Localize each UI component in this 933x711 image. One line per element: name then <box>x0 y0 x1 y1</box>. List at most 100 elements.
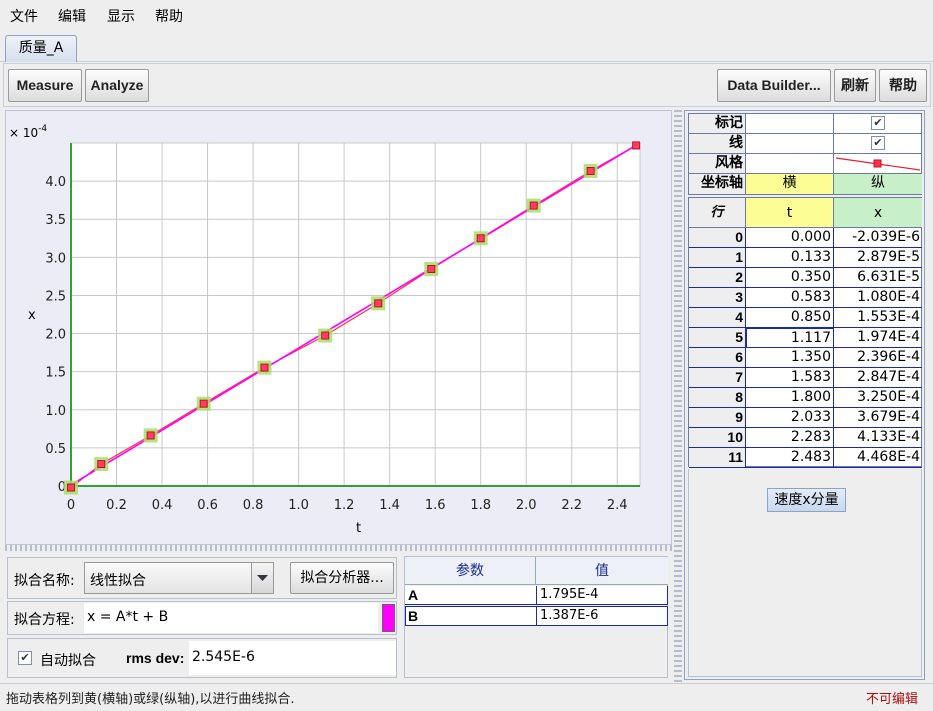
x-tick-label: 1.0 <box>288 498 309 513</box>
table-row[interactable]: 3 0.583 1.080E-4 <box>689 288 922 308</box>
x-cell[interactable]: 2.847E-4 <box>834 368 922 388</box>
x-tick-label: 1.2 <box>334 498 355 513</box>
t-cell[interactable]: 1.350 <box>746 348 834 368</box>
analyze-button[interactable]: Analyze <box>85 69 149 102</box>
table-row[interactable]: 6 1.350 2.396E-4 <box>689 348 922 368</box>
x-cell[interactable]: 2.396E-4 <box>834 348 922 368</box>
row-index-cell: 3 <box>689 288 746 308</box>
dropdown-arrow-button[interactable] <box>251 563 273 593</box>
axis-h-cell[interactable]: 横 <box>746 174 834 194</box>
x-cell[interactable]: 1.080E-4 <box>834 288 922 308</box>
t-cell[interactable]: 1.800 <box>746 388 834 408</box>
t-cell[interactable]: 0.583 <box>746 288 834 308</box>
y-tick-label: 3.5 <box>45 213 66 228</box>
row-index-cell: 4 <box>689 308 746 328</box>
t-cell[interactable]: 0.133 <box>746 248 834 268</box>
marker-label: 标记 <box>689 114 746 134</box>
line-cell-x[interactable]: ✔ <box>834 134 922 154</box>
rms-field: 2.545E-6 <box>189 641 396 675</box>
menu-edit[interactable]: 编辑 <box>58 6 86 26</box>
row-index-cell: 8 <box>689 388 746 408</box>
table-row[interactable]: 11 2.483 4.468E-4 <box>689 448 922 468</box>
data-point <box>260 363 269 372</box>
fit-name-select[interactable]: 线性拟合 <box>84 562 274 594</box>
data-table-panel: 标记 ✔ 线 ✔ 风格 坐标轴 横 纵 行 t x 0 0.000 -2.039E-… <box>684 110 925 680</box>
data-point <box>476 234 485 243</box>
x-cell[interactable]: 1.553E-4 <box>834 308 922 328</box>
x-cell[interactable]: 4.468E-4 <box>834 448 922 468</box>
row-index-cell: 9 <box>689 408 746 428</box>
data-point <box>374 299 383 308</box>
x-cell[interactable]: 6.631E-5 <box>834 268 922 288</box>
row-index-cell: 5 <box>689 328 746 348</box>
fit-equation-row: 拟合方程: x = A*t + B <box>7 601 397 635</box>
column-header-t[interactable]: t <box>746 198 834 228</box>
x-tick-label: 0.8 <box>243 498 264 513</box>
column-properties-grid: 标记 ✔ 线 ✔ 风格 坐标轴 横 纵 <box>688 113 922 195</box>
t-cell[interactable]: 0.850 <box>746 308 834 328</box>
rms-value: 2.545E-6 <box>192 649 255 665</box>
vertical-splitter[interactable] <box>674 110 682 682</box>
t-cell[interactable]: 2.033 <box>746 408 834 428</box>
t-cell[interactable]: 1.583 <box>746 368 834 388</box>
table-row[interactable]: 1 0.133 2.879E-5 <box>689 248 922 268</box>
table-row[interactable]: 5 1.117 1.974E-4 <box>689 328 922 348</box>
t-cell[interactable]: 1.117 <box>746 328 834 348</box>
table-row[interactable]: 9 2.033 3.679E-4 <box>689 408 922 428</box>
menu-file[interactable]: 文件 <box>10 6 38 26</box>
fit-equation-value: x = A*t + B <box>87 609 169 625</box>
tab-mass-a[interactable]: 质量_A <box>5 35 77 62</box>
data-builder-button[interactable]: Data Builder... <box>717 69 831 102</box>
line-checkbox[interactable]: ✔ <box>871 136 885 150</box>
chart-panel[interactable]: 0 0.2 0.4 0.6 0.8 1.0 1.2 1.4 1.6 1.8 2.0 2.2 2.4 0 0.… <box>5 110 672 545</box>
help-button[interactable]: 帮助 <box>879 69 927 102</box>
measure-button[interactable]: Measure <box>8 69 82 102</box>
marker-checkbox[interactable]: ✔ <box>871 116 885 130</box>
style-cell-t <box>746 154 834 174</box>
chart[interactable]: 0 0.2 0.4 0.6 0.8 1.0 1.2 1.4 1.6 1.8 2.0 2.2 2.400.… <box>6 111 673 546</box>
x-cell[interactable]: 4.133E-4 <box>834 428 922 448</box>
style-cell-x[interactable] <box>834 154 922 174</box>
table-row[interactable]: 8 1.800 3.250E-4 <box>689 388 922 408</box>
row-index-cell: 10 <box>689 428 746 448</box>
menu-view[interactable]: 显示 <box>107 6 135 26</box>
marker-cell-x[interactable]: ✔ <box>834 114 922 134</box>
fit-analyzer-button[interactable]: 拟合分析器... <box>290 562 394 594</box>
x-axis-label: t <box>356 521 361 536</box>
table-row[interactable]: 4 0.850 1.553E-4 <box>689 308 922 328</box>
t-cell[interactable]: 2.483 <box>746 448 834 468</box>
x-cell[interactable]: 3.679E-4 <box>834 408 922 428</box>
table-row[interactable]: 10 2.283 4.133E-4 <box>689 428 922 448</box>
chevron-down-icon <box>257 575 268 581</box>
x-tick-label: 2.2 <box>561 498 582 513</box>
param-name: B <box>408 608 419 624</box>
fit-equation-field[interactable]: x = A*t + B <box>84 603 378 633</box>
menu-help[interactable]: 帮助 <box>155 6 183 26</box>
t-cell[interactable]: 0.000 <box>746 228 834 248</box>
param-value[interactable]: 1.387E-6 <box>536 607 668 625</box>
table-row[interactable]: 0 0.000 -2.039E-6 <box>689 228 922 248</box>
table-row[interactable]: B 1.387E-6 <box>405 606 668 626</box>
fit-panel: 拟合名称: 线性拟合 拟合分析器... 拟合方程: x = A*t + B ✔ … <box>5 553 397 679</box>
refresh-button[interactable]: 刷新 <box>834 69 876 102</box>
axis-v-cell[interactable]: 纵 <box>834 174 922 194</box>
param-value[interactable]: 1.795E-4 <box>536 586 668 604</box>
fit-color-swatch[interactable] <box>382 604 395 632</box>
row-index-cell: 6 <box>689 348 746 368</box>
horizontal-splitter[interactable] <box>5 545 672 551</box>
x-cell[interactable]: 3.250E-4 <box>834 388 922 408</box>
x-cell[interactable]: -2.039E-6 <box>834 228 922 248</box>
t-cell[interactable]: 2.283 <box>746 428 834 448</box>
rms-label: rms dev: <box>126 650 185 666</box>
table-row[interactable]: A 1.795E-4 <box>405 586 668 605</box>
x-cell[interactable]: 1.974E-4 <box>834 328 922 348</box>
data-point <box>97 460 106 469</box>
table-row[interactable]: 2 0.350 6.631E-5 <box>689 268 922 288</box>
line-label: 线 <box>689 134 746 154</box>
table-row[interactable]: 7 1.583 2.847E-4 <box>689 368 922 388</box>
column-header-x[interactable]: x <box>834 198 922 228</box>
t-cell[interactable]: 0.350 <box>746 268 834 288</box>
x-tick-label: 0.6 <box>197 498 218 513</box>
x-cell[interactable]: 2.879E-5 <box>834 248 922 268</box>
auto-fit-checkbox[interactable]: ✔ <box>18 651 32 665</box>
